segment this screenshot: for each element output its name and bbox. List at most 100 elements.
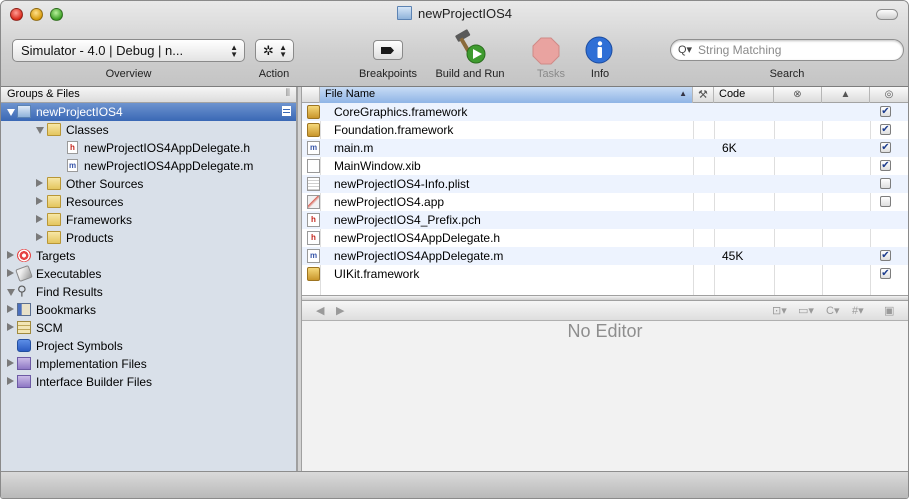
sidebar-item-label: newProjectIOS4 bbox=[36, 105, 123, 119]
disclosure-triangle-icon[interactable] bbox=[7, 269, 14, 277]
sidebar-item-implementation-files[interactable]: Implementation Files bbox=[1, 355, 296, 373]
file-list-header: File Name ▲ ⚒ Code ⊗ ▲ ◎ bbox=[302, 87, 908, 103]
column-header-warnings[interactable]: ▲ bbox=[822, 87, 870, 103]
editor-navigation-bar: ◀ ▶ ⊡▾ ▭▾ C▾ #▾ ▣ bbox=[302, 301, 908, 321]
column-header-target[interactable]: ◎ bbox=[870, 87, 908, 103]
header-file-icon: h bbox=[67, 141, 78, 154]
class-hierarchy-icon[interactable]: C▾ bbox=[826, 304, 839, 317]
toolbar: newProjectIOS4 Simulator - 4.0 | Debug |… bbox=[1, 1, 908, 87]
column-header-build[interactable]: ⚒ bbox=[693, 87, 714, 103]
sidebar-item-project-symbols[interactable]: Project Symbols bbox=[1, 337, 296, 355]
target-checkbox[interactable]: ✔ bbox=[880, 106, 891, 117]
sidebar-item-frameworks[interactable]: Frameworks bbox=[1, 211, 296, 229]
sidebar-item-project[interactable]: newProjectIOS4 bbox=[1, 103, 296, 121]
sidebar-item-classes[interactable]: Classes bbox=[1, 121, 296, 139]
sidebar-item-interface-builder-files[interactable]: Interface Builder Files bbox=[1, 373, 296, 391]
disclosure-triangle-icon[interactable] bbox=[7, 109, 15, 116]
table-row[interactable]: m main.m 6K ✔ bbox=[302, 139, 908, 157]
table-row[interactable]: newProjectIOS4.app bbox=[302, 193, 908, 211]
sidebar-item-label: Classes bbox=[66, 123, 109, 137]
folder-icon bbox=[47, 123, 61, 136]
search-field[interactable]: Q▾ bbox=[670, 39, 904, 61]
breakpoints-menu-icon[interactable]: ▭▾ bbox=[798, 304, 814, 317]
disclosure-triangle-icon[interactable] bbox=[7, 323, 14, 331]
sidebar-item-products[interactable]: Products bbox=[1, 229, 296, 247]
table-row[interactable]: h newProjectIOS4_Prefix.pch bbox=[302, 211, 908, 229]
breakpoint-icon bbox=[381, 47, 394, 54]
sidebar-item-label: Products bbox=[66, 231, 114, 245]
breakpoints-button[interactable] bbox=[373, 40, 403, 60]
disclosure-triangle-icon[interactable] bbox=[7, 251, 14, 259]
table-row[interactable]: UIKit.framework ✔ bbox=[302, 265, 908, 283]
table-row[interactable]: h newProjectIOS4AppDelegate.h bbox=[302, 229, 908, 247]
sidebar-item-targets[interactable]: Targets bbox=[1, 247, 296, 265]
disclosure-triangle-icon[interactable] bbox=[36, 233, 43, 241]
target-checkbox[interactable]: ✔ bbox=[880, 160, 891, 171]
toolbar-toggle-button[interactable] bbox=[876, 9, 898, 20]
disclosure-triangle-icon[interactable] bbox=[36, 127, 44, 134]
sidebar-item-appdelegate-m[interactable]: m newProjectIOS4AppDelegate.m bbox=[1, 157, 296, 175]
table-row[interactable]: newProjectIOS4-Info.plist bbox=[302, 175, 908, 193]
overview-popup[interactable]: Simulator - 4.0 | Debug | n... ▲ ▼ bbox=[12, 39, 245, 62]
disclosure-triangle-icon[interactable] bbox=[36, 215, 43, 223]
sidebar-item-find-results[interactable]: ⚲ Find Results bbox=[1, 283, 296, 301]
column-header-label: File Name bbox=[325, 88, 376, 100]
table-row[interactable]: Foundation.framework ✔ bbox=[302, 121, 908, 139]
sidebar-item-scm[interactable]: SCM bbox=[1, 319, 296, 337]
column-header-icon[interactable] bbox=[302, 87, 320, 103]
framework-icon bbox=[307, 123, 320, 137]
disclosure-triangle-icon[interactable] bbox=[36, 197, 43, 205]
disclosure-triangle-icon[interactable] bbox=[7, 305, 14, 313]
target-checkbox[interactable] bbox=[880, 196, 891, 207]
back-arrow-icon[interactable]: ◀ bbox=[316, 304, 324, 317]
disclosure-triangle-icon[interactable] bbox=[7, 359, 14, 367]
sidebar-item-executables[interactable]: Executables bbox=[1, 264, 296, 283]
sidebar-header-label: Groups & Files bbox=[7, 88, 80, 100]
sidebar-item-label: Executables bbox=[36, 267, 102, 281]
target-checkbox[interactable]: ✔ bbox=[880, 268, 891, 279]
forward-arrow-icon[interactable]: ▶ bbox=[336, 304, 344, 317]
project-icon bbox=[17, 105, 31, 118]
disclosure-triangle-icon[interactable] bbox=[7, 289, 15, 296]
file-code-size: 6K bbox=[722, 141, 737, 155]
tasks-button[interactable] bbox=[532, 37, 560, 65]
target-checkbox[interactable]: ✔ bbox=[880, 142, 891, 153]
table-row[interactable]: MainWindow.xib ✔ bbox=[302, 157, 908, 175]
magnifier-icon: ⚲ bbox=[17, 283, 27, 298]
sidebar-item-bookmarks[interactable]: Bookmarks bbox=[1, 301, 296, 319]
disclosure-triangle-icon[interactable] bbox=[7, 377, 14, 385]
popup-arrows-icon: ▲ ▼ bbox=[279, 43, 287, 59]
column-header-label: Code bbox=[719, 88, 746, 100]
column-header-code[interactable]: Code bbox=[714, 87, 774, 103]
sidebar-item-label: Find Results bbox=[36, 285, 103, 299]
target-checkbox[interactable]: ✔ bbox=[880, 250, 891, 261]
editor-area[interactable]: No Editor bbox=[302, 321, 908, 471]
file-code-size: 45K bbox=[722, 249, 744, 263]
search-input[interactable] bbox=[698, 42, 893, 58]
column-header-file-name[interactable]: File Name ▲ bbox=[320, 87, 693, 103]
target-checkbox[interactable] bbox=[880, 178, 891, 189]
bookmarks-menu-icon[interactable]: ⊡▾ bbox=[772, 304, 787, 317]
lock-file-icon[interactable]: ▣ bbox=[884, 304, 894, 317]
file-name: newProjectIOS4_Prefix.pch bbox=[334, 213, 481, 227]
table-row[interactable]: CoreGraphics.framework ✔ bbox=[302, 103, 908, 121]
action-popup[interactable]: ✲ ▲ ▼ bbox=[255, 39, 294, 62]
target-checkbox[interactable]: ✔ bbox=[880, 124, 891, 135]
sidebar-header[interactable]: Groups & Files ⦀ bbox=[1, 87, 296, 103]
sidebar-item-other-sources[interactable]: Other Sources bbox=[1, 175, 296, 193]
action-label: Action bbox=[258, 68, 290, 80]
sidebar-item-resources[interactable]: Resources bbox=[1, 193, 296, 211]
info-button[interactable] bbox=[585, 36, 613, 64]
search-icon: Q▾ bbox=[678, 44, 693, 56]
repository-icon bbox=[17, 321, 31, 334]
smart-group-icon bbox=[17, 375, 31, 388]
included-files-icon[interactable]: #▾ bbox=[852, 304, 864, 317]
table-row[interactable]: m newProjectIOS4AppDelegate.m 45K ✔ bbox=[302, 247, 908, 265]
sidebar-item-label: newProjectIOS4AppDelegate.m bbox=[84, 159, 254, 173]
build-and-run-button[interactable] bbox=[453, 28, 487, 64]
column-header-errors[interactable]: ⊗ bbox=[774, 87, 822, 103]
disclosure-triangle-icon[interactable] bbox=[36, 179, 43, 187]
column-resize-icon[interactable]: ⦀ bbox=[286, 88, 290, 99]
smart-group-icon bbox=[17, 357, 31, 370]
sidebar-item-appdelegate-h[interactable]: h newProjectIOS4AppDelegate.h bbox=[1, 139, 296, 157]
